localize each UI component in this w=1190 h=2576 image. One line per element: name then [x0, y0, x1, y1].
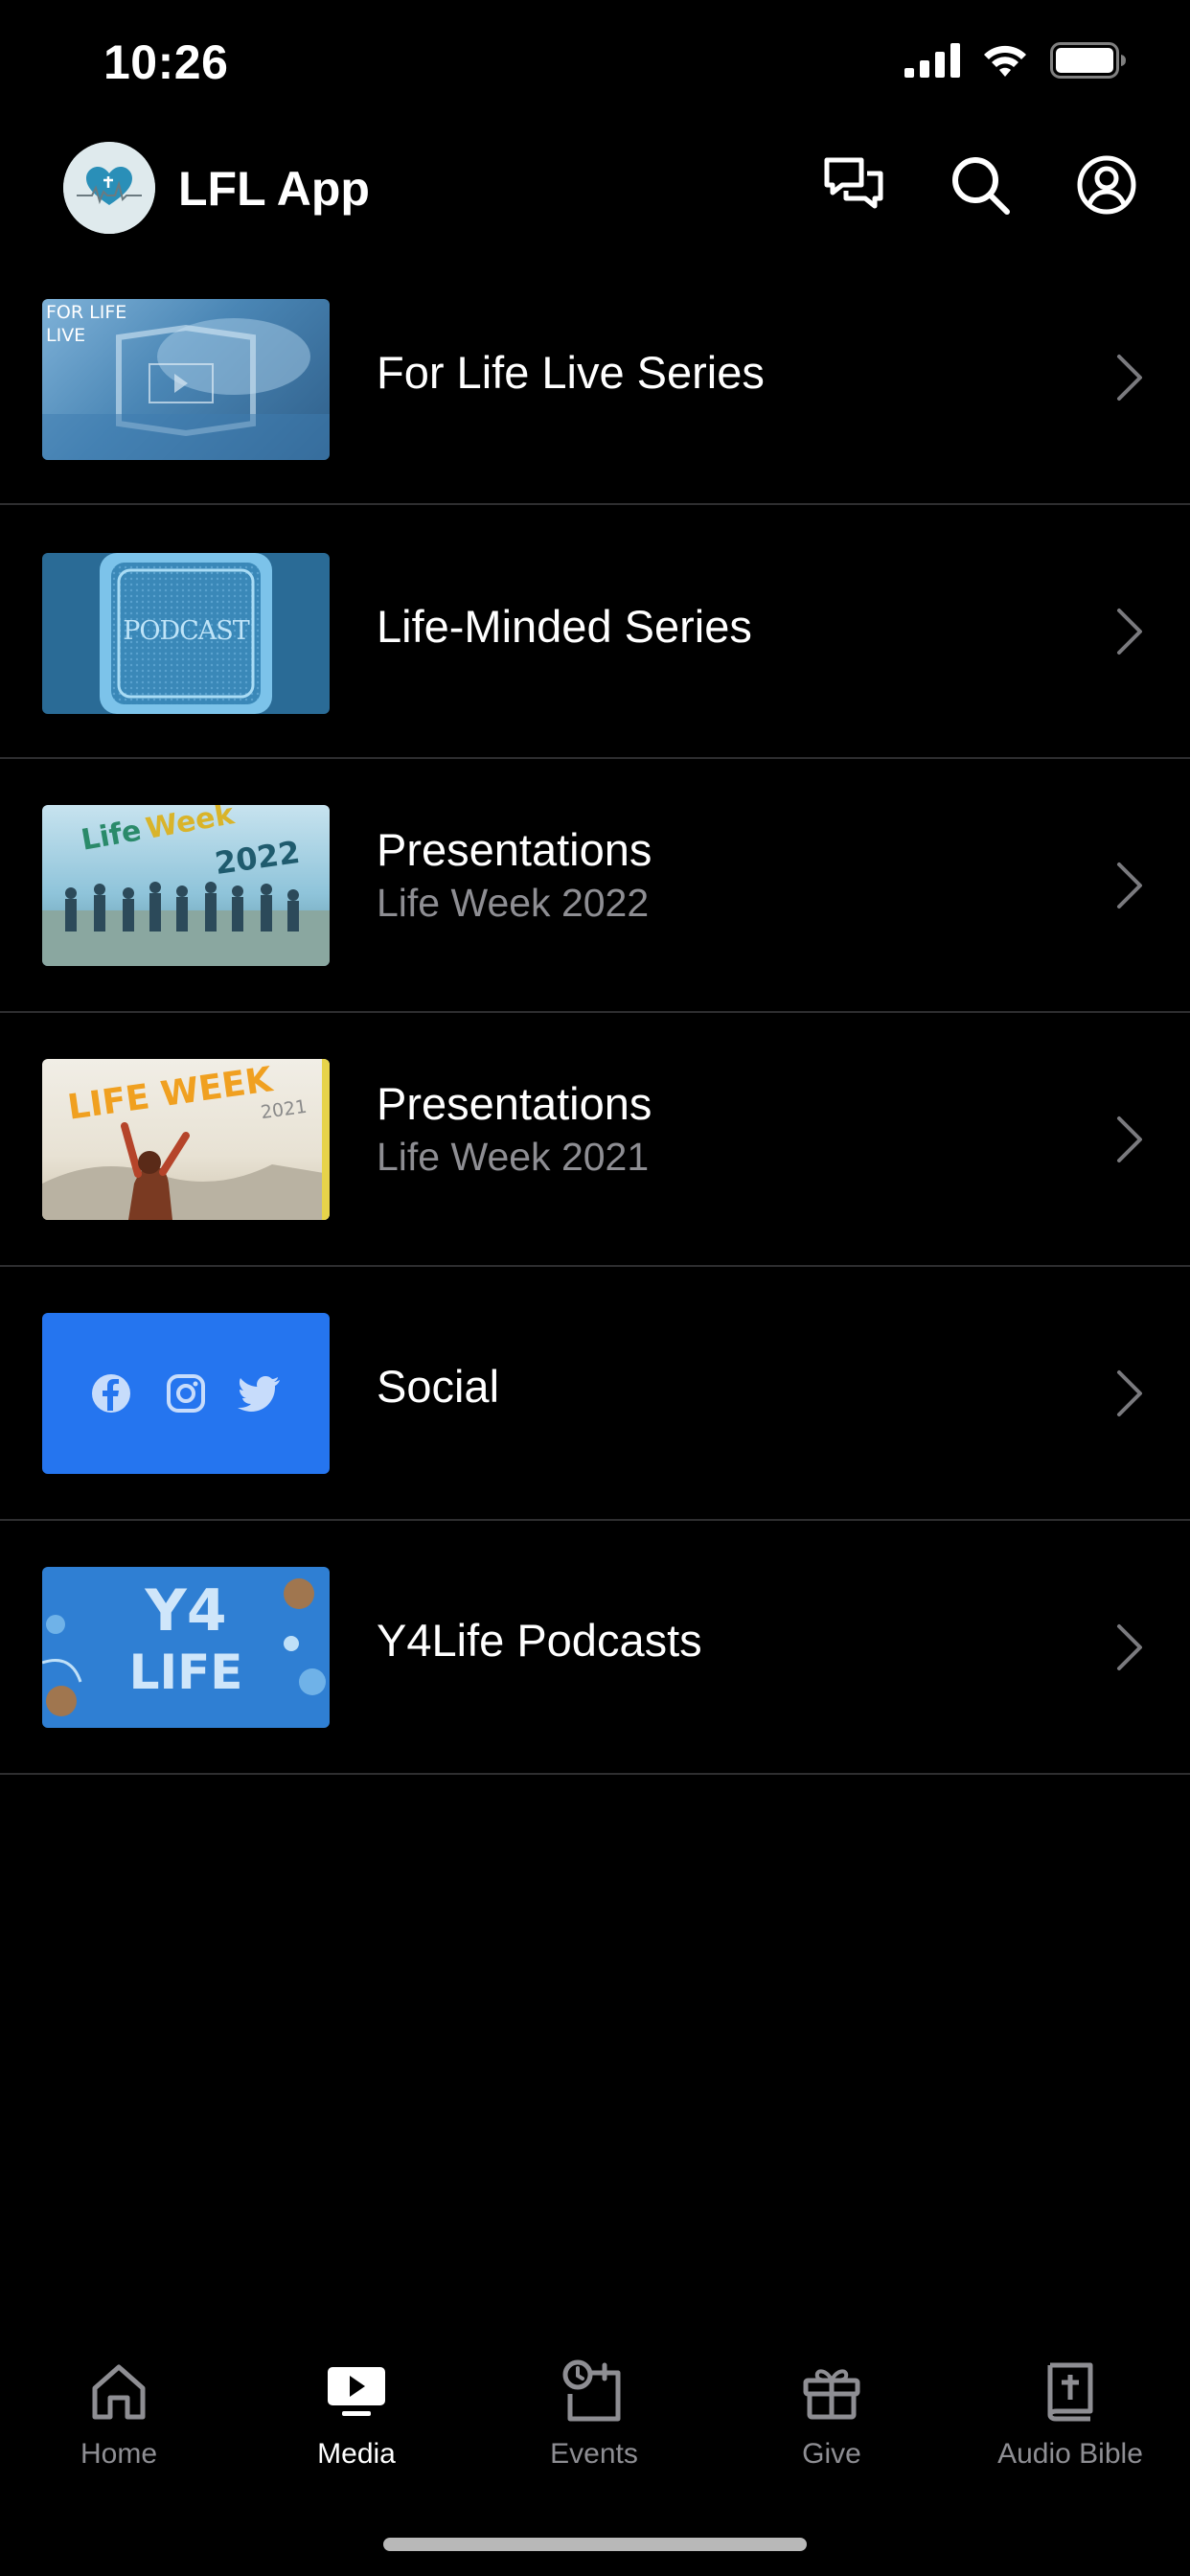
instagram-icon	[167, 1374, 205, 1413]
app-title: LFL App	[178, 162, 370, 216]
chat-button[interactable]	[822, 153, 885, 217]
tab-label: Audio Bible	[997, 2438, 1143, 2470]
list-item-social[interactable]: Social	[0, 1267, 1190, 1521]
home-icon	[92, 2364, 146, 2420]
facebook-icon	[92, 1374, 130, 1413]
tab-home[interactable]: Home	[0, 2356, 238, 2509]
row-title: For Life Live Series	[377, 347, 765, 398]
media-icon	[328, 2367, 385, 2416]
app-header: LFL App	[0, 126, 1190, 253]
status-bar: 10:26	[0, 0, 1190, 126]
row-title: Social	[377, 1361, 500, 1412]
heart-heartbeat-logo-icon	[63, 142, 155, 234]
profile-icon	[1077, 155, 1136, 215]
battery-icon	[1050, 42, 1126, 79]
thumb-line: LIVE	[46, 325, 86, 346]
tab-label: Media	[317, 2438, 396, 2470]
chevron-right-icon	[1117, 1116, 1142, 1162]
for-life-live-thumbnail: FOR LIFE LIVE	[42, 299, 330, 460]
chat-icon	[824, 157, 883, 209]
profile-button[interactable]	[1075, 153, 1138, 217]
thumb-line: Y4	[145, 1577, 227, 1644]
tab-media[interactable]: Media	[238, 2356, 475, 2509]
life-minded-thumbnail: PODCAST	[42, 553, 330, 714]
wifi-icon	[984, 45, 1026, 77]
list-item-presentations-2021[interactable]: LIFE WEEK 2021 Presentations Life Week 2…	[0, 1013, 1190, 1267]
tab-label: Home	[80, 2438, 158, 2470]
row-title: Life-Minded Series	[377, 601, 752, 652]
row-title: Presentations	[377, 824, 652, 875]
list-item-y4life-podcasts[interactable]: Y4 LIFE Y4Life Podcasts	[0, 1521, 1190, 1775]
home-indicator[interactable]	[383, 2538, 807, 2551]
search-button[interactable]	[949, 153, 1012, 217]
media-list: FOR LIFE LIVE For Life Live Series PODCA…	[0, 253, 1190, 1775]
tab-label: Events	[550, 2438, 638, 2470]
twitter-icon	[238, 1376, 280, 1412]
cellular-signal-icon	[904, 43, 960, 78]
thumb-label: PODCAST	[123, 616, 250, 646]
bible-icon	[1047, 2362, 1093, 2422]
search-icon	[952, 157, 1010, 215]
list-item-for-life-live-series[interactable]: FOR LIFE LIVE For Life Live Series	[0, 253, 1190, 505]
events-icon	[562, 2359, 621, 2422]
chevron-right-icon	[1117, 1370, 1142, 1416]
chevron-right-icon	[1117, 355, 1142, 401]
tab-give[interactable]: Give	[713, 2356, 950, 2509]
row-title: Y4Life Podcasts	[377, 1615, 702, 1666]
social-thumbnail	[42, 1313, 330, 1474]
tab-label: Give	[802, 2438, 861, 2470]
thumb-line: FOR LIFE	[46, 302, 127, 323]
life-week-2021-thumbnail: LIFE WEEK 2021	[42, 1059, 330, 1220]
life-week-2022-thumbnail: Life Week 2022	[42, 805, 330, 966]
app-logo[interactable]	[63, 142, 155, 234]
chevron-right-icon	[1117, 862, 1142, 908]
y4life-thumbnail: Y4 LIFE	[42, 1567, 330, 1728]
row-subtitle: Life Week 2021	[377, 1135, 650, 1179]
header-actions	[822, 153, 1138, 217]
list-item-life-minded-series[interactable]: PODCAST Life-Minded Series	[0, 505, 1190, 759]
chevron-right-icon	[1117, 609, 1142, 655]
row-subtitle: Life Week 2022	[377, 881, 650, 925]
tab-events[interactable]: Events	[475, 2356, 713, 2509]
status-icons	[904, 42, 1127, 79]
gift-icon	[803, 2369, 860, 2420]
list-item-presentations-2022[interactable]: Life Week 2022 Presentations Life Week 2…	[0, 759, 1190, 1013]
status-time: 10:26	[103, 35, 229, 89]
row-title: Presentations	[377, 1078, 652, 1129]
tab-audio-bible[interactable]: Audio Bible	[950, 2356, 1190, 2509]
thumb-line: LIFE	[128, 1644, 243, 1700]
chevron-right-icon	[1117, 1624, 1142, 1670]
